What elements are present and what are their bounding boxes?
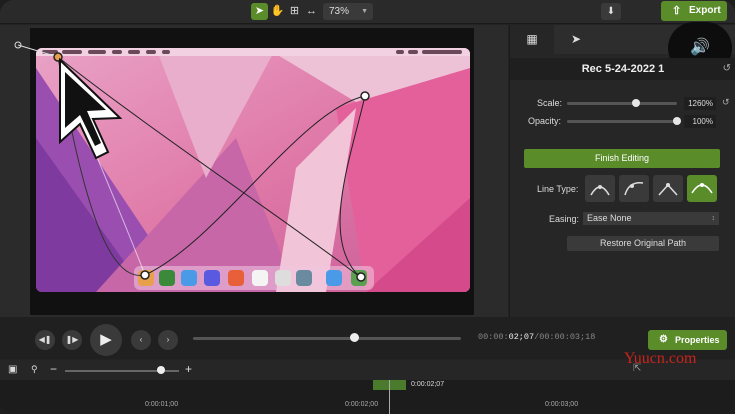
curve-icon: [624, 182, 644, 196]
reset-icon[interactable]: ↺: [723, 58, 731, 80]
timeline-ruler[interactable]: 0:00:02;07 0:00:01;00 0:00:02;00 0:00:03…: [0, 380, 735, 414]
properties-panel: ▦ ➤ 🔊 Rec 5-24-2022 1 ↺ Scale: 1260% ↺ O…: [509, 22, 735, 317]
film-icon: ▦: [526, 32, 538, 46]
tab-cursor[interactable]: ➤: [554, 25, 598, 54]
panel-title: Rec 5-24-2022 1 ↺: [510, 58, 735, 80]
easing-value: Ease None: [587, 213, 632, 223]
scrub-thumb[interactable]: [349, 333, 359, 342]
step-back-button[interactable]: ◀❚: [35, 330, 55, 350]
chevron-right-icon: ›: [166, 335, 170, 344]
restore-path-button[interactable]: Restore Original Path: [567, 236, 719, 251]
download-button[interactable]: ⬇: [601, 3, 621, 20]
opacity-label: Opacity:: [528, 116, 562, 126]
line-type-option-selected[interactable]: [687, 175, 717, 202]
path-point[interactable]: [140, 270, 150, 280]
share-icon: ⇧: [672, 5, 682, 17]
download-icon: ⬇: [606, 6, 616, 17]
easing-select[interactable]: Ease None ↕: [583, 212, 719, 225]
tab-media[interactable]: ▦: [510, 25, 554, 54]
scale-slider[interactable]: [567, 102, 677, 105]
chevron-updown-icon: ↕: [711, 215, 716, 222]
cursor-path-overlay[interactable]: [0, 0, 508, 317]
timecode-current: 02;07: [508, 332, 535, 342]
path-point[interactable]: [360, 91, 370, 101]
properties-button[interactable]: ⚙ Properties: [648, 330, 727, 350]
curve-icon: [590, 185, 610, 196]
gear-icon: ⚙: [659, 334, 668, 345]
line-type-option[interactable]: [653, 175, 683, 202]
scale-slider-thumb[interactable]: [632, 99, 641, 107]
play-icon: ▶: [100, 331, 112, 348]
camera-icon[interactable]: ▣: [8, 364, 17, 375]
opacity-slider-thumb[interactable]: [673, 117, 681, 125]
playhead-time: 0:00:02;07: [411, 381, 445, 388]
clip-name: Rec 5-24-2022 1: [581, 63, 665, 75]
cursor-icon: ➤: [570, 32, 582, 46]
export-label: Export: [689, 5, 721, 16]
ruler-label: 0:00:01;00: [145, 401, 179, 408]
opacity-value[interactable]: 100%: [684, 115, 716, 128]
next-button[interactable]: ›: [158, 330, 178, 350]
step-forward-button[interactable]: ❚▶: [62, 330, 82, 350]
finish-editing-label: Finish Editing: [594, 153, 650, 163]
search-icon[interactable]: ⚲: [31, 364, 38, 375]
timecode-total: /00:00:03;18: [534, 332, 596, 342]
curve-icon: [691, 183, 713, 194]
export-button[interactable]: ⇧ Export: [661, 1, 727, 21]
timecode: 00:00:02;07/00:00:03;18: [478, 332, 595, 342]
zoom-in-icon[interactable]: +: [185, 362, 192, 376]
line-type-option[interactable]: [619, 175, 649, 202]
line-type-label: Line Type:: [537, 184, 579, 194]
easing-label: Easing:: [549, 214, 580, 224]
play-button[interactable]: ▶: [90, 324, 122, 356]
playhead-line: [389, 380, 390, 414]
properties-label: Properties: [675, 335, 720, 345]
restore-path-label: Restore Original Path: [599, 238, 687, 248]
timeline-zoom-thumb[interactable]: [156, 366, 165, 374]
scrub-bar[interactable]: [193, 337, 461, 340]
cursor-arrow-icon[interactable]: [59, 57, 123, 160]
ruler-label: 0:00:02;00: [345, 401, 379, 408]
watermark: Yuucn.com: [624, 350, 697, 367]
zoom-out-icon[interactable]: −: [50, 362, 57, 376]
step-forward-icon: ❚▶: [65, 335, 79, 344]
curve-icon: [658, 183, 678, 196]
reset-icon[interactable]: ↺: [722, 97, 730, 108]
previous-button[interactable]: ‹: [131, 330, 151, 350]
finish-editing-button[interactable]: Finish Editing: [524, 149, 720, 168]
ruler-label: 0:00:03;00: [545, 401, 579, 408]
step-back-icon: ◀❚: [38, 335, 52, 344]
speaker-icon: 🔊: [690, 39, 710, 56]
scale-label: Scale:: [537, 98, 563, 108]
path-point-end[interactable]: [356, 272, 366, 282]
chevron-left-icon: ‹: [139, 335, 143, 344]
line-type-option[interactable]: [585, 175, 615, 202]
opacity-slider[interactable]: [567, 120, 677, 123]
timecode-prefix: 00:00:: [478, 332, 509, 342]
scale-value[interactable]: 1260%: [684, 97, 716, 110]
app-window: ➤ ✋ ⊞ ↔ 73% ▼ ⬇ ⇧ Export ▦ ➤ 🔊 Rec 5-24-…: [0, 0, 735, 414]
